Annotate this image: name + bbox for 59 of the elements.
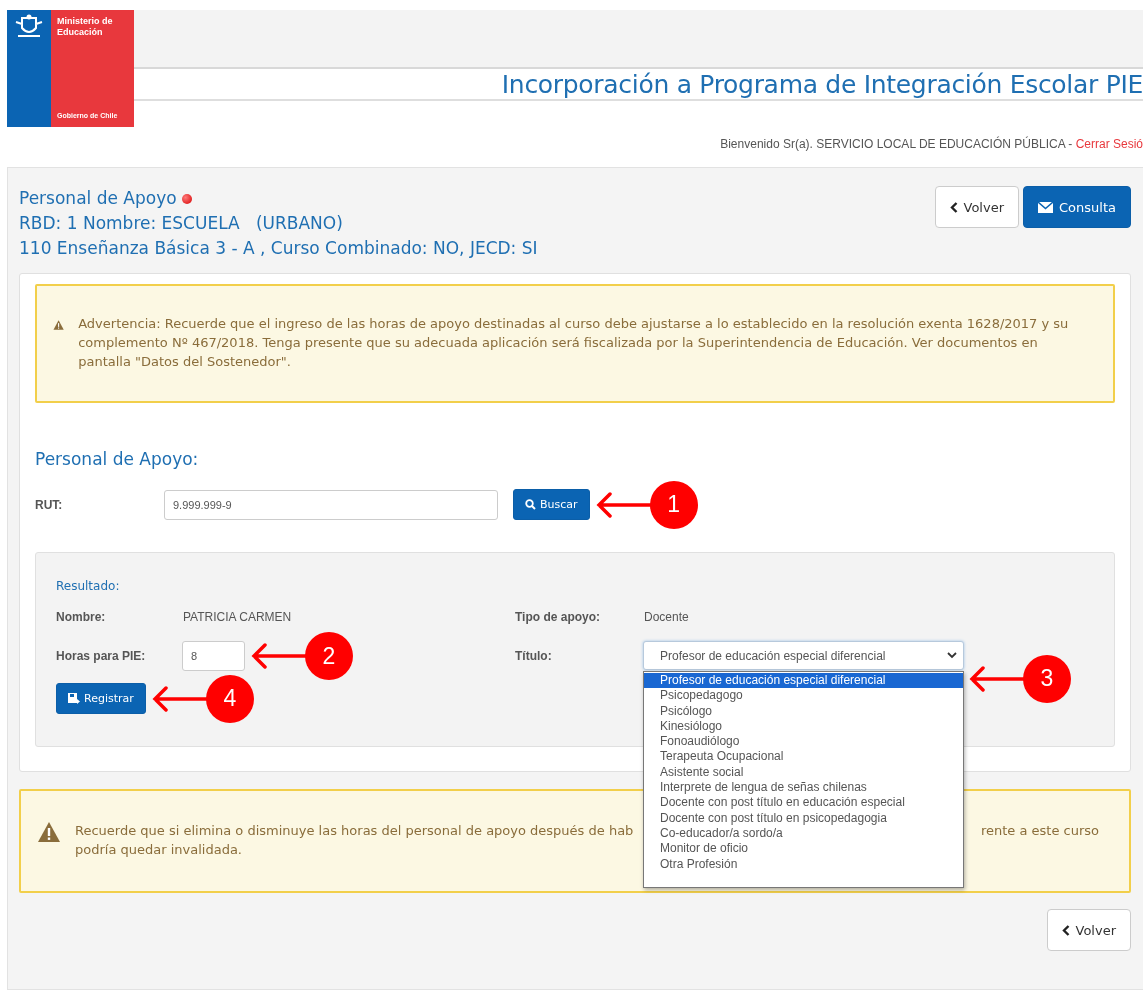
envelope-icon xyxy=(1038,201,1054,213)
search-button[interactable]: Buscar xyxy=(513,489,590,520)
chevron-down-icon xyxy=(947,652,957,659)
notice-text: podría quedar invalidada. xyxy=(75,842,242,857)
search-icon xyxy=(525,499,536,510)
field-label: RUT: xyxy=(35,497,64,512)
dropdown-option[interactable]: Asistente social xyxy=(644,764,963,781)
field-label: Nombre: xyxy=(56,610,107,624)
course-info: 110 Enseñanza Básica 3 - A , Curso Combinado: NO, JECD: SI xyxy=(19,237,538,260)
warning-text: Advertencia: Recuerde que el ingreso de las horas de apoyo destinadas al curso debe ajustarse a lo establecido en la resolución exenta 1628/2017 y su complemento Nº 467/2018. Tenga presente que su adecuada aplicación será fiscalizada por la Superintendencia de Educación. Ver documentos en pantalla "Datos del Sostenedor". xyxy=(78,315,1070,371)
page-title: Personal de Apoyo xyxy=(19,188,177,208)
logout-link[interactable]: Cerrar Sesió xyxy=(1075,137,1143,151)
leader-arrow xyxy=(151,684,208,713)
callout-number: 1 xyxy=(649,480,698,529)
field-label: Horas para PIE: xyxy=(56,649,147,663)
app-title: Incorporación a Programa de Integración Escolar PIE xyxy=(501,69,1143,99)
section-heading: Personal de Apoyo: xyxy=(35,449,200,469)
logo-text: Ministerio de xyxy=(57,16,114,27)
dropdown-option[interactable]: Psicólogo xyxy=(644,703,963,719)
dropdown-option[interactable]: Fonoaudiólogo xyxy=(644,734,963,750)
back-button[interactable]: Volver xyxy=(1046,909,1131,951)
rut-input[interactable]: 9.999.999-9 xyxy=(164,489,498,520)
leader-arrow xyxy=(595,490,652,519)
chevron-left-icon xyxy=(1061,924,1070,936)
callout-number: 4 xyxy=(205,674,254,723)
notice-text: rente a este curso xyxy=(980,822,1099,840)
field-label: Título: xyxy=(515,649,553,663)
name-value: PATRICIA CARMEN xyxy=(183,610,293,624)
field-label: Tipo de apoyo: xyxy=(515,610,602,624)
welcome-text: Bienvenido Sr(a). SERVICIO LOCAL DE EDUCACIÓN PÚBLICA - xyxy=(720,137,1074,151)
coat-of-arms-icon xyxy=(14,14,44,40)
register-button[interactable]: Registrar xyxy=(56,683,146,714)
dropdown-option[interactable]: Profesor de educación especial diferencial xyxy=(644,673,963,689)
back-button[interactable]: Volver xyxy=(934,186,1020,228)
dropdown-option[interactable]: Otra Profesión xyxy=(644,856,963,872)
hours-input[interactable]: 8 xyxy=(182,641,245,671)
callout-number: 2 xyxy=(305,632,353,680)
dropdown-option[interactable]: Terapeuta Ocupacional xyxy=(644,749,963,765)
callout-number: 3 xyxy=(1023,654,1071,703)
logo-text: Educación xyxy=(57,27,104,38)
consult-button[interactable]: Consulta xyxy=(1023,186,1131,228)
dropdown-option[interactable]: Co-educador/a sordo/a xyxy=(644,825,963,842)
save-icon xyxy=(68,693,80,704)
dropdown-option[interactable]: Docente con post título en educación especial xyxy=(644,795,963,811)
dropdown-option[interactable]: Monitor de oficio xyxy=(644,841,963,857)
warning-icon xyxy=(37,821,61,843)
chevron-left-icon xyxy=(949,201,958,213)
support-type-value: Docente xyxy=(644,610,689,624)
leader-arrow xyxy=(251,642,307,670)
dropdown-option[interactable]: Psicopedagogo xyxy=(644,688,963,704)
notice-text: Recuerde que si elimina o disminuye las horas del personal de apoyo después de hab xyxy=(75,822,634,840)
leader-arrow xyxy=(969,664,1025,693)
title-select[interactable]: Profesor de educación especial diferencial xyxy=(643,641,964,670)
result-heading: Resultado: xyxy=(56,579,121,593)
status-dot xyxy=(181,194,192,204)
school-info: RBD: 1 Nombre: ESCUELA (URBANO) xyxy=(19,212,344,235)
dropdown-option[interactable]: Interprete de lengua de señas chilenas xyxy=(644,780,963,796)
dropdown-option[interactable]: Kinesiólogo xyxy=(644,718,963,735)
dropdown-option[interactable]: Docente con post título en psicopedagogia xyxy=(644,810,963,826)
